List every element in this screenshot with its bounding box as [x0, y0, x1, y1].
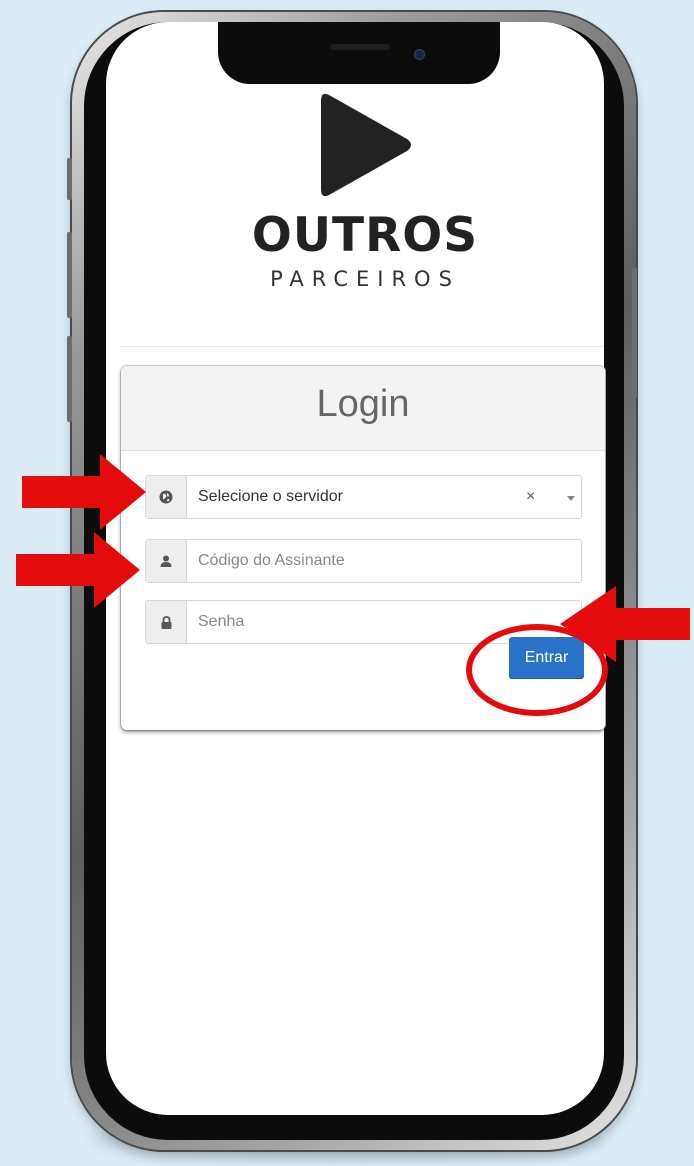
lock-icon [161, 615, 171, 629]
password-addon [146, 601, 187, 643]
mute-switch [67, 158, 72, 200]
subscriber-code-field[interactable]: Código do Assinante [145, 539, 582, 583]
clear-selection-icon[interactable]: × [526, 476, 535, 518]
front-camera [414, 49, 425, 60]
volume-up-button [67, 232, 72, 318]
logo-subtitle: PARCEIROS [270, 267, 460, 291]
volume-down-button [67, 336, 72, 422]
chevron-down-icon[interactable] [567, 496, 575, 501]
highlight-ring [466, 624, 608, 716]
login-title: Login [121, 366, 605, 451]
logo-title: OUTROS [251, 208, 479, 263]
phone-notch [218, 22, 500, 84]
user-icon [160, 555, 172, 567]
earpiece-speaker [330, 44, 390, 50]
subscriber-code-input[interactable]: Código do Assinante [198, 540, 345, 582]
server-select-addon [146, 476, 187, 518]
header-divider [120, 346, 604, 347]
server-select-value: Selecione o servidor [198, 488, 343, 505]
arrow-right-icon [16, 532, 140, 608]
power-button [632, 268, 637, 398]
play-icon [321, 93, 411, 197]
globe-icon [159, 490, 173, 504]
password-input[interactable]: Senha [198, 601, 244, 643]
arrow-right-icon [22, 454, 146, 530]
subscriber-code-addon [146, 540, 187, 582]
server-select[interactable]: Selecione o servidor × [145, 475, 582, 519]
